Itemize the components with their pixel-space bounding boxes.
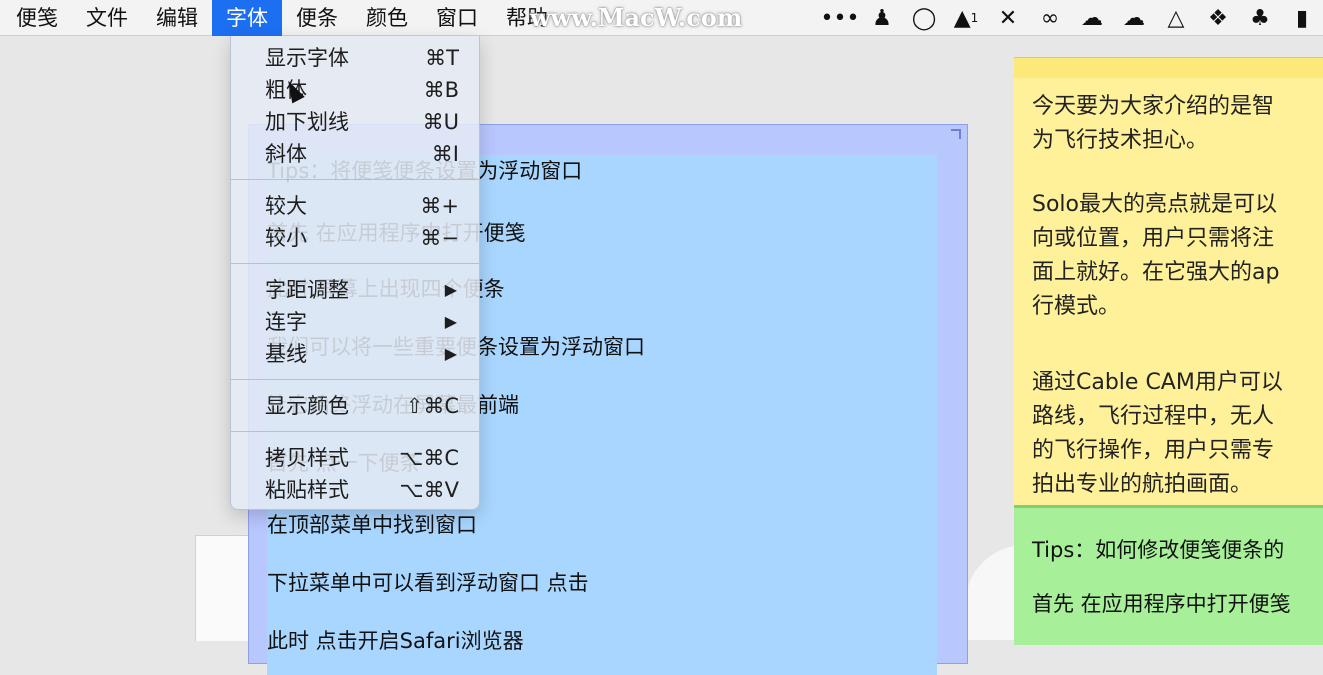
menu-item-label: 基线	[265, 342, 307, 366]
unknown-app-icon-glyph: ✕	[998, 5, 1018, 31]
green-sticky-note[interactable]: Tips：如何修改便笺便条的 首先 在应用程序中打开便笺	[1014, 505, 1323, 645]
blue-note-line: 下拉菜单中可以看到浮动窗口 点击	[267, 571, 589, 595]
menu-item-shortcut: ⌘I	[431, 142, 459, 166]
menu-item-shortcut: ⇧⌘C	[405, 394, 459, 418]
menu-item-label: 较小	[265, 226, 307, 250]
menu-item-label: 拷贝样式	[265, 446, 349, 470]
submenu-arrow-icon: ▶	[444, 312, 457, 331]
green-note-line: 首先 在应用程序中打开便笺	[1032, 592, 1291, 616]
menu-item-label: 较大	[265, 194, 307, 218]
menu-item-copy-style[interactable]: 拷贝样式 ⌥⌘C	[231, 442, 479, 474]
app-menu-stickies[interactable]: 便笺	[0, 0, 72, 36]
menu-note[interactable]: 便条	[282, 0, 352, 36]
dropbox-icon-glyph: ❖	[1208, 5, 1228, 31]
clipboard-icon[interactable]: ▮	[1287, 3, 1317, 33]
menu-item-ligature[interactable]: 连字 ▶	[231, 306, 479, 338]
yellow-sticky-note[interactable]: 今天要为大家介绍的是智 为飞行技术担心。 Solo最大的亮点就是可以 向或位置，用…	[1014, 57, 1323, 507]
menu-file[interactable]: 文件	[72, 0, 142, 36]
yellow-note-paragraph: Solo最大的亮点就是可以 向或位置，用户只需将注 面上就好。在它强大的ap 行…	[1032, 192, 1280, 319]
menu-item-smaller[interactable]: 较小 ⌘−	[231, 222, 479, 254]
clipboard-icon-glyph: ▮	[1295, 5, 1309, 31]
menu-item-shortcut: ⌘T	[425, 46, 459, 70]
menu-separator	[231, 263, 479, 264]
font-menu-dropdown: 显示字体 ⌘T 粗体 ⌘B 加下划线 ⌘U 斜体 ⌘I 较大 ⌘+ 较小 ⌘− 字距调整 ▶ 连字 ▶ 基线 ▶ 显…	[230, 36, 480, 510]
watermark: www.MacW.com	[530, 3, 743, 32]
cloud-sync-icon[interactable]: ☁	[1119, 3, 1149, 33]
blue-note-line: 此时 点击开启Safari浏览器	[267, 629, 524, 653]
qq-icon-glyph: ♟	[872, 5, 892, 31]
yellow-note-paragraph: 今天要为大家介绍的是智 为飞行技术担心。	[1032, 94, 1275, 153]
menu-item-bold[interactable]: 粗体 ⌘B	[231, 74, 479, 106]
menu-item-show-fonts[interactable]: 显示字体 ⌘T	[231, 42, 479, 74]
refresh-icon[interactable]: ◯	[909, 3, 939, 33]
yellow-note-titlebar[interactable]	[1014, 58, 1323, 78]
menu-item-bigger[interactable]: 较大 ⌘+	[231, 190, 479, 222]
dots-icon-glyph: •••	[820, 5, 860, 31]
cloud-icon[interactable]: ☁	[1077, 3, 1107, 33]
yellow-note-paragraph: 通过Cable CAM用户可以 路线，飞行过程中，无人 的飞行操作，用户只需专 …	[1032, 370, 1283, 497]
menu-separator	[231, 431, 479, 432]
menu-item-italic[interactable]: 斜体 ⌘I	[231, 138, 479, 170]
menu-item-shortcut: ⌘+	[420, 194, 459, 218]
menu-color[interactable]: 颜色	[352, 0, 422, 36]
adobe-badge: 1	[970, 11, 979, 25]
menu-item-label: 显示颜色	[265, 394, 349, 418]
resize-corner-icon[interactable]	[951, 129, 961, 139]
menu-item-label: 显示字体	[265, 46, 349, 70]
google-drive-icon-glyph: △	[1167, 5, 1185, 31]
menu-item-shortcut: ⌘B	[423, 78, 459, 102]
green-note-line: Tips：如何修改便笺便条的	[1032, 538, 1285, 562]
menu-item-paste-style[interactable]: 粘贴样式 ⌥⌘V	[231, 474, 479, 506]
submenu-arrow-icon: ▶	[444, 280, 457, 299]
menu-separator	[231, 179, 479, 180]
adobe-icon-glyph: ▲	[953, 5, 971, 31]
creative-cloud-icon-glyph: ∞	[1040, 5, 1060, 31]
submenu-arrow-icon: ▶	[444, 344, 457, 363]
menu-item-label: 加下划线	[265, 110, 349, 134]
menu-item-label: 斜体	[265, 142, 307, 166]
menu-item-kern[interactable]: 字距调整 ▶	[231, 274, 479, 306]
google-drive-icon[interactable]: △	[1161, 3, 1191, 33]
blue-note-line: 在顶部菜单中找到窗口	[267, 513, 477, 537]
menu-item-show-colors[interactable]: 显示颜色 ⇧⌘C	[231, 390, 479, 422]
cloud-sync-icon-glyph: ☁	[1123, 5, 1145, 31]
menu-item-shortcut: ⌘−	[420, 226, 459, 250]
menu-window[interactable]: 窗口	[422, 0, 492, 36]
creative-cloud-icon[interactable]: ∞	[1035, 3, 1065, 33]
status-tray: ••• ♟ ◯ ▲ 1 ✕ ∞ ☁ ☁ △ ❖ ♣ ▮	[819, 0, 1323, 36]
menu-separator	[231, 379, 479, 380]
menu-item-label: 连字	[265, 310, 307, 334]
menu-item-label: 粘贴样式	[265, 478, 349, 502]
cloud-icon-glyph: ☁	[1081, 5, 1103, 31]
menu-item-shortcut: ⌥⌘V	[399, 478, 459, 502]
adobe-icon[interactable]: ▲ 1	[951, 3, 981, 33]
evernote-icon-glyph: ♣	[1250, 5, 1270, 31]
menu-item-label: 字距调整	[265, 278, 349, 302]
evernote-icon[interactable]: ♣	[1245, 3, 1275, 33]
menu-item-underline[interactable]: 加下划线 ⌘U	[231, 106, 479, 138]
refresh-icon-glyph: ◯	[911, 5, 937, 31]
menu-edit[interactable]: 编辑	[142, 0, 212, 36]
dots-icon[interactable]: •••	[821, 3, 860, 33]
menu-font[interactable]: 字体	[212, 0, 282, 36]
menu-item-shortcut: ⌥⌘C	[399, 446, 459, 470]
unknown-app-icon[interactable]: ✕	[993, 3, 1023, 33]
qq-icon[interactable]: ♟	[867, 3, 897, 33]
menu-item-baseline[interactable]: 基线 ▶	[231, 338, 479, 370]
dropbox-icon[interactable]: ❖	[1203, 3, 1233, 33]
menu-item-shortcut: ⌘U	[422, 110, 459, 134]
